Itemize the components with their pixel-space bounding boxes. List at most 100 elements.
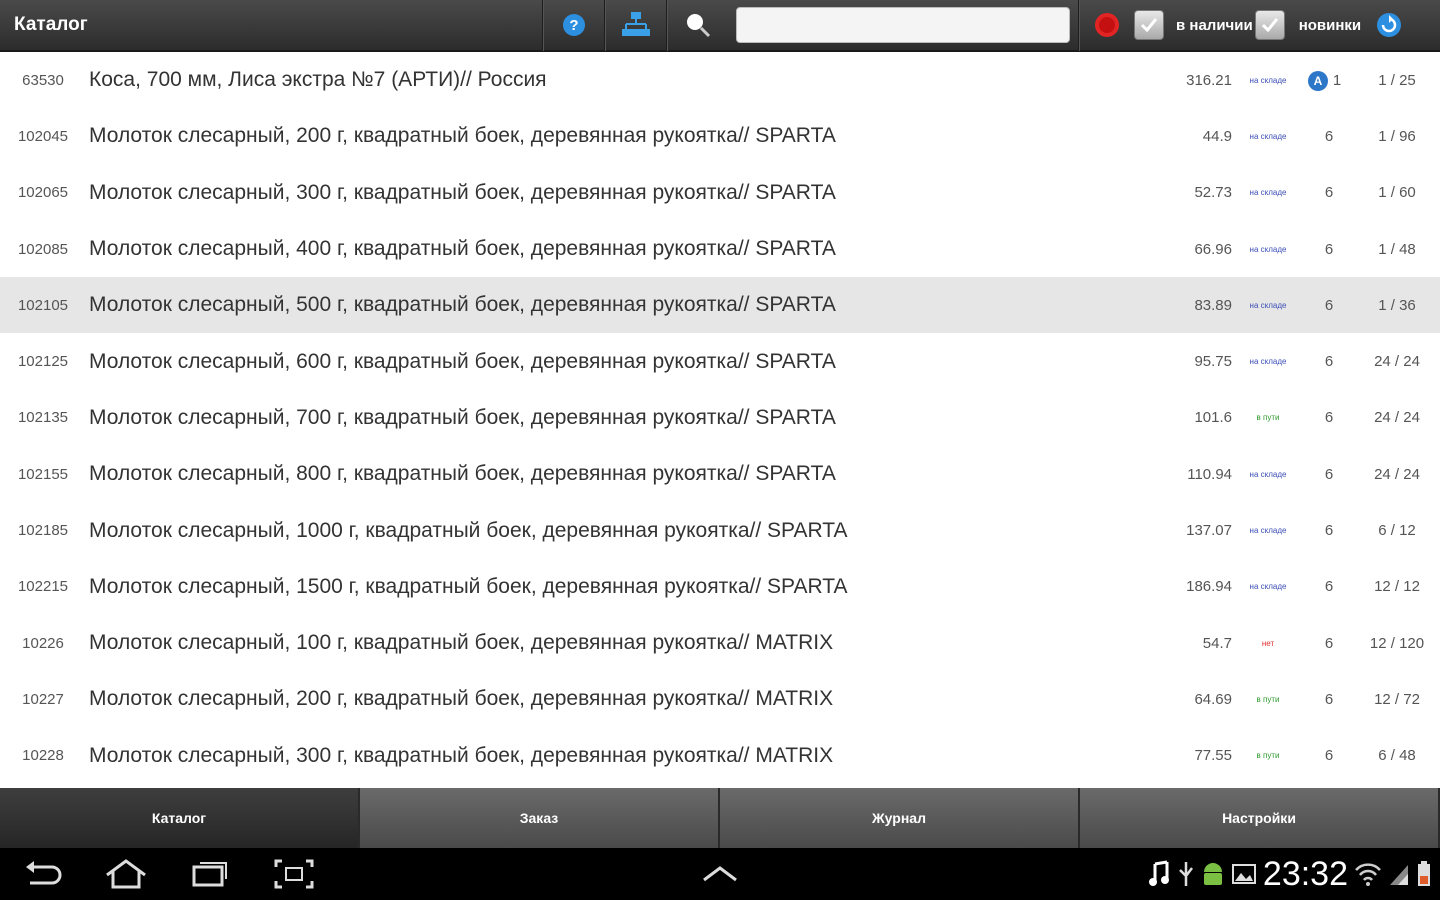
tab-order[interactable]: Заказ	[360, 788, 720, 848]
item-quantity[interactable]: 6	[1304, 522, 1354, 539]
screenshot-icon	[274, 859, 314, 889]
item-pack: 1 / 60	[1378, 184, 1416, 202]
item-name: Молоток слесарный, 1000 г, квадратный бо…	[89, 518, 848, 542]
item-pack: 24 / 24	[1374, 465, 1420, 483]
list-item[interactable]: 102045 Молоток слесарный, 200 г, квадратн…	[0, 108, 1440, 164]
item-quantity[interactable]: 6	[1304, 297, 1354, 314]
list-item[interactable]: 10227 Молоток слесарный, 200 г, квадратны…	[0, 671, 1440, 727]
item-name: Молоток слесарный, 1500 г, квадратный бо…	[89, 574, 848, 598]
item-pack: 6 / 12	[1378, 522, 1416, 540]
search-button[interactable]	[668, 0, 728, 51]
item-pack: 1 / 48	[1378, 240, 1416, 258]
android-icon	[1203, 863, 1222, 885]
home-icon	[106, 859, 146, 889]
back-icon	[26, 861, 62, 885]
item-quantity-value: 6	[1324, 240, 1334, 258]
item-quantity[interactable]: 6	[1304, 128, 1354, 145]
item-quantity-value: 6	[1324, 690, 1334, 708]
item-code: 102045	[17, 127, 69, 145]
tab-settings[interactable]: Настройки	[1080, 788, 1440, 848]
item-name: Молоток слесарный, 600 г, квадратный бое…	[89, 349, 836, 373]
list-item[interactable]: 102065 Молоток слесарный, 300 г, квадратн…	[0, 165, 1440, 221]
item-quantity[interactable]: 6	[1304, 184, 1354, 201]
tab-catalog[interactable]: Каталог	[0, 788, 360, 848]
new-items-checkbox[interactable]	[1254, 10, 1285, 40]
item-quantity[interactable]: 6	[1304, 578, 1354, 595]
list-item[interactable]: 102185 Молоток слесарный, 1000 г, квадрат…	[0, 502, 1440, 558]
list-item[interactable]: 10228 Молоток слесарный, 300 г, квадратны…	[0, 728, 1440, 784]
product-list[interactable]: 63530 Коса, 700 мм, Лиса экстра №7 (АРТИ)…	[0, 52, 1440, 788]
in-stock-label: в наличии	[1176, 16, 1253, 34]
item-quantity[interactable]: 6	[1304, 241, 1354, 258]
item-quantity-value: 6	[1324, 747, 1334, 765]
item-pack: 24 / 24	[1374, 353, 1420, 371]
battery-icon	[1418, 861, 1430, 886]
item-code: 10228	[22, 747, 64, 765]
item-stock-status: на складе	[1249, 131, 1287, 141]
screenshot-button[interactable]	[252, 848, 336, 900]
list-item[interactable]: 102085 Молоток слесарный, 400 г, квадратн…	[0, 221, 1440, 277]
status-area[interactable]: 23:32	[1147, 848, 1432, 900]
help-button[interactable]: ?	[544, 0, 604, 51]
refresh-button[interactable]	[1361, 0, 1417, 51]
home-button[interactable]	[84, 848, 168, 900]
expand-up-button[interactable]	[700, 858, 740, 893]
item-quantity-value: 6	[1324, 578, 1334, 596]
item-price: 101.6	[1194, 409, 1232, 427]
in-stock-checkbox[interactable]	[1134, 10, 1164, 40]
order-badge-icon: A	[1308, 70, 1328, 91]
search-icon	[687, 14, 711, 38]
item-price: 52.73	[1194, 184, 1232, 202]
category-tree-icon	[622, 12, 650, 36]
item-pack: 1 / 96	[1378, 127, 1416, 145]
item-quantity-value: 1	[1332, 71, 1342, 89]
back-button[interactable]	[0, 848, 84, 900]
list-item[interactable]: 63530 Коса, 700 мм, Лиса экстра №7 (АРТИ)…	[0, 52, 1440, 108]
item-stock-status: нет	[1261, 638, 1275, 648]
item-code: 102105	[17, 296, 69, 314]
item-quantity[interactable]: 6	[1304, 409, 1354, 426]
item-stock-status: на складе	[1249, 244, 1287, 254]
in-stock-filter[interactable]: в наличии	[1134, 10, 1253, 40]
list-item[interactable]: 102135 Молоток слесарный, 700 г, квадратн…	[0, 390, 1440, 446]
check-icon	[1261, 18, 1278, 33]
list-item[interactable]: 102105 Молоток слесарный, 500 г, квадратн…	[0, 277, 1440, 334]
item-stock-status: на складе	[1249, 357, 1287, 367]
item-quantity[interactable]: 6	[1304, 353, 1354, 370]
item-name: Молоток слесарный, 500 г, квадратный бое…	[89, 293, 836, 317]
item-code: 63530	[22, 71, 64, 89]
list-item[interactable]: 102125 Молоток слесарный, 600 г, квадратн…	[0, 333, 1440, 389]
chevron-up-icon	[703, 866, 737, 882]
category-tree-button[interactable]	[606, 0, 666, 51]
clock: 23:32	[1262, 854, 1348, 893]
item-quantity[interactable]: 6	[1304, 466, 1354, 483]
list-item[interactable]: 10226 Молоток слесарный, 100 г, квадратны…	[0, 615, 1440, 671]
item-name: Молоток слесарный, 400 г, квадратный бое…	[89, 237, 836, 261]
check-icon	[1140, 18, 1158, 33]
item-name: Молоток слесарный, 100 г, квадратный бое…	[89, 631, 834, 655]
item-code: 102215	[17, 578, 69, 596]
clear-search-button[interactable]	[1080, 0, 1134, 51]
svg-text:?: ?	[569, 17, 578, 34]
list-item[interactable]: 102215 Молоток слесарный, 1500 г, квадрат…	[0, 559, 1440, 615]
item-stock-status: на складе	[1249, 300, 1287, 310]
item-quantity-value: 6	[1324, 634, 1334, 652]
list-item[interactable]: 102155 Молоток слесарный, 800 г, квадратн…	[0, 446, 1440, 502]
item-pack: 12 / 72	[1374, 690, 1420, 708]
item-code: 102085	[17, 240, 69, 258]
refresh-icon	[1377, 13, 1402, 37]
page-title: Каталог	[14, 14, 88, 35]
item-quantity[interactable]: 6	[1304, 747, 1354, 764]
search-input[interactable]	[736, 7, 1070, 43]
item-quantity[interactable]: 6	[1304, 691, 1354, 708]
tab-journal[interactable]: Журнал	[720, 788, 1080, 848]
recent-apps-button[interactable]	[168, 848, 252, 900]
item-stock-status: на складе	[1249, 526, 1287, 536]
item-quantity[interactable]: 6	[1304, 635, 1354, 652]
item-pack: 12 / 12	[1374, 578, 1420, 596]
item-quantity[interactable]: A1	[1304, 70, 1354, 91]
new-items-filter[interactable]: новинки	[1254, 10, 1361, 40]
wifi-icon	[1355, 863, 1381, 886]
recent-apps-icon	[192, 862, 227, 887]
item-code: 102135	[17, 409, 69, 427]
